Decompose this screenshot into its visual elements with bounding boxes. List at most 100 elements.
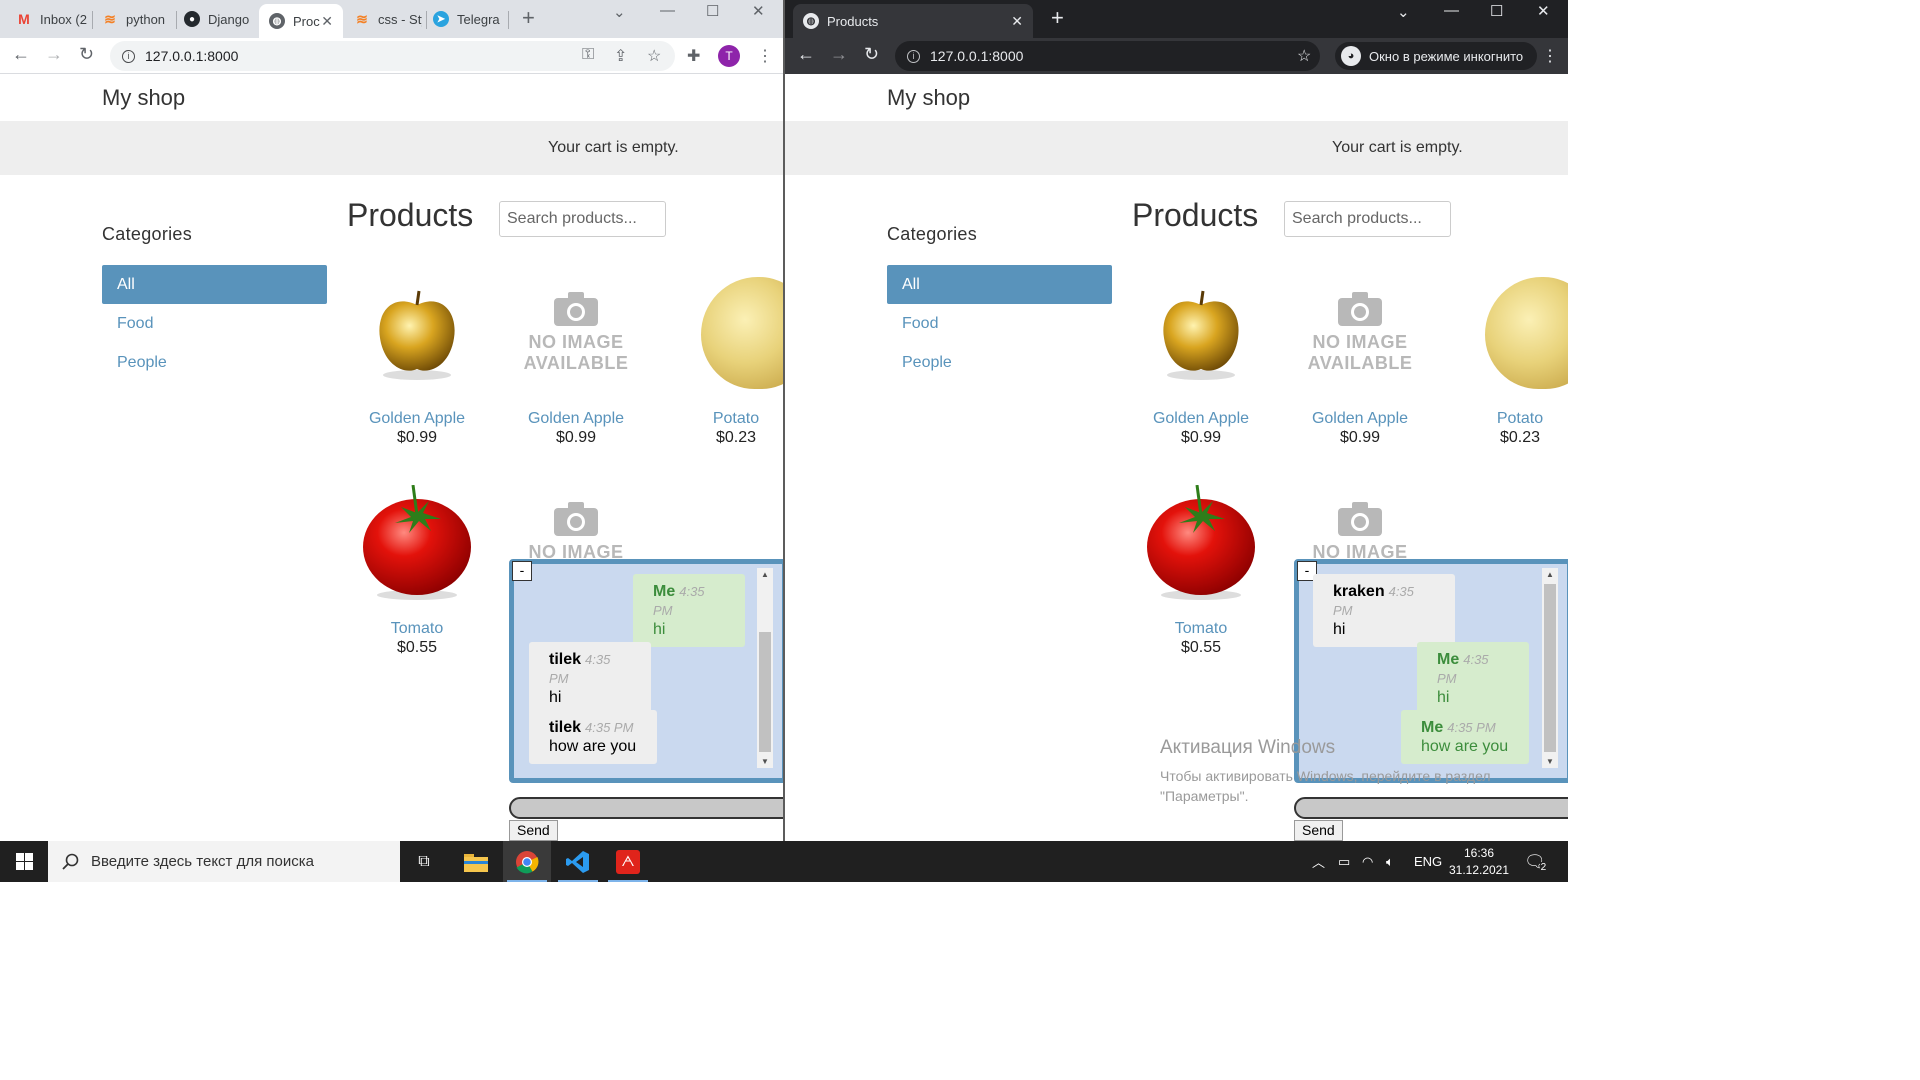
menu-icon[interactable]: ⋮ [1542,46,1558,66]
incognito-indicator[interactable]: ◕ Окно в режиме инкогнито [1335,42,1538,70]
bookmark-star-icon[interactable]: ☆ [647,46,661,66]
send-button[interactable]: Send [1294,820,1343,841]
tab-gmail[interactable]: M Inbox (2 [16,6,91,32]
close-window-icon[interactable]: ✕ [752,2,765,20]
category-people[interactable]: People [887,343,1112,382]
scroll-down-icon[interactable]: ▼ [761,757,769,766]
scroll-thumb[interactable] [759,632,771,752]
chat-scrollbar[interactable]: ▲ ▼ [1542,568,1558,768]
tab-search-icon[interactable]: ⌄ [613,3,626,21]
extensions-icon[interactable]: ✚ [687,46,700,66]
close-window-icon[interactable]: ✕ [1537,2,1550,20]
tab-products[interactable]: ◍ Proc ✕ [259,4,343,38]
product-name[interactable]: Golden Apple [1285,410,1435,428]
notifications-button[interactable]: 🗨︎ 2 [1524,841,1553,882]
forward-icon[interactable]: → [45,44,63,65]
potato-image[interactable] [1445,273,1568,393]
show-hidden-icons[interactable]: ︿ [1312,841,1325,882]
site-brand[interactable]: My shop [0,75,783,121]
browser-toolbar: ← → ↻ i 127.0.0.1:8000 ⚿ ⇪ ☆ ✚ T ⋮ [0,38,783,74]
menu-icon[interactable]: ⋮ [757,46,773,66]
active-indicator [507,880,547,882]
vscode-button[interactable] [554,841,602,882]
new-tab-icon[interactable]: + [1051,7,1064,29]
no-image-placeholder[interactable]: NO IMAGEAVAILABLE [1285,273,1435,393]
product-name[interactable]: Potato [1445,410,1568,428]
battery-icon[interactable]: ▭ [1338,841,1350,882]
product-name[interactable]: Potato [661,410,783,428]
tab-products[interactable]: ◍ Products ✕ [793,4,1033,38]
product-name[interactable]: Golden Apple [342,410,492,428]
start-button[interactable] [0,841,48,882]
new-tab-icon[interactable]: + [522,7,535,29]
tab-python[interactable]: ≋ python [102,6,174,32]
site-brand[interactable]: My shop [785,75,1568,121]
search-input[interactable] [1284,201,1451,237]
chrome-button[interactable] [503,841,551,882]
search-input[interactable] [499,201,666,237]
close-tab-icon[interactable]: ✕ [321,13,333,30]
product-card[interactable]: Golden Apple $0.99 [342,273,492,447]
tab-django[interactable]: ● Django [184,6,254,32]
tab-search-icon[interactable]: ⌄ [1397,3,1410,21]
product-card[interactable]: NO IMAGE AVAILABLE Golden Apple $0.99 [501,273,651,447]
category-all[interactable]: All [102,265,327,304]
product-card[interactable]: Potato $0.23 [661,273,783,447]
volume-icon[interactable]: 🔈︎ [1386,841,1394,882]
site-info-icon[interactable]: i [907,49,920,63]
product-name[interactable]: Tomato [342,620,492,638]
reload-icon[interactable]: ↻ [864,44,879,65]
category-all[interactable]: All [887,265,1112,304]
system-clock[interactable]: 16:36 31.12.2021 [1446,845,1512,879]
minimize-icon[interactable]: — [660,2,675,19]
product-card[interactable]: Tomato $0.55 [1126,483,1276,657]
chevron-up-icon[interactable]: ︿ [1312,852,1325,871]
back-icon[interactable]: ← [12,44,30,65]
tab-telegram[interactable]: ➤ Telegra [433,6,505,32]
scroll-thumb[interactable] [1544,584,1556,752]
network-icon[interactable]: ◠ [1362,841,1373,882]
golden-apple-image[interactable] [342,273,492,393]
taskbar-search[interactable]: Введите здесь текст для поиска [48,841,400,882]
send-button[interactable]: Send [509,820,558,841]
tomato-image[interactable] [342,483,492,603]
site-info-icon[interactable]: i [122,49,135,63]
tomato-image[interactable] [1126,483,1276,603]
product-card[interactable]: NO IMAGE AVAILABLE Golden Apple $0.99 [1285,273,1435,447]
product-card[interactable]: Tomato $0.55 [342,483,492,657]
chat-minimize-button[interactable]: - [512,561,532,581]
product-card[interactable]: Golden Apple $0.99 [1126,273,1276,447]
task-view-button[interactable]: ⧉ [400,841,448,882]
scroll-up-icon[interactable]: ▲ [761,570,769,579]
product-name[interactable]: Golden Apple [1126,410,1276,428]
scroll-down-icon[interactable]: ▼ [1546,757,1554,766]
close-tab-icon[interactable]: ✕ [1011,13,1023,30]
category-people[interactable]: People [102,343,327,382]
maximize-icon[interactable]: ☐ [706,2,719,20]
file-explorer-button[interactable] [452,841,500,882]
forward-icon[interactable]: → [830,44,848,65]
share-icon[interactable]: ⇪ [614,46,627,66]
chat-scrollbar[interactable]: ▲ ▼ [757,568,773,768]
language-indicator[interactable]: ENG [1414,841,1442,882]
potato-image[interactable] [661,273,783,393]
address-bar[interactable]: i 127.0.0.1:8000 [895,41,1320,71]
product-name[interactable]: Tomato [1126,620,1276,638]
key-icon[interactable]: ⚿ [582,46,594,64]
category-food[interactable]: Food [887,304,1112,343]
profile-avatar[interactable]: T [718,45,740,67]
acrobat-button[interactable]: ᗅ [604,841,652,882]
scroll-up-icon[interactable]: ▲ [1546,570,1554,579]
maximize-icon[interactable]: ☐ [1490,2,1503,20]
no-image-placeholder[interactable]: NO IMAGEAVAILABLE [501,273,651,393]
reload-icon[interactable]: ↻ [79,44,94,65]
product-card[interactable]: Potato $0.23 [1445,273,1568,447]
category-food[interactable]: Food [102,304,327,343]
bookmark-star-icon[interactable]: ☆ [1297,46,1311,66]
back-icon[interactable]: ← [797,44,815,65]
golden-apple-image[interactable] [1126,273,1276,393]
product-name[interactable]: Golden Apple [501,410,651,428]
minimize-icon[interactable]: — [1444,2,1459,19]
chat-message-input[interactable] [509,797,783,819]
tab-css[interactable]: ≋ css - Sty [354,6,422,32]
